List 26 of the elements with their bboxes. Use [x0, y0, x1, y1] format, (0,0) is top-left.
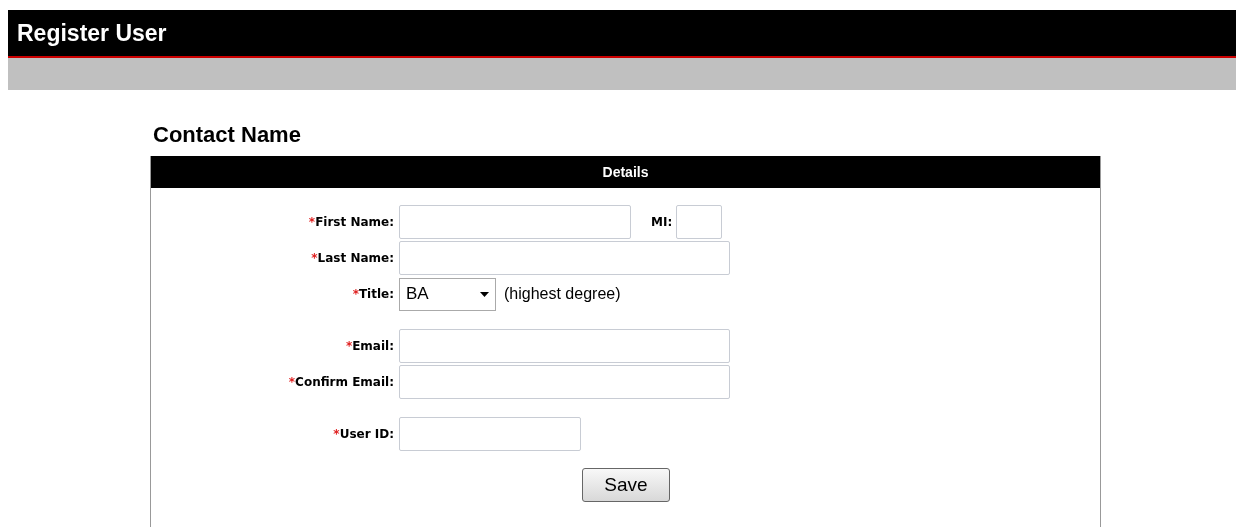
field-label: Confirm Email:: [295, 375, 394, 389]
field-label: Last Name:: [317, 251, 394, 265]
required-marker: *: [308, 215, 316, 229]
save-button[interactable]: Save: [582, 468, 670, 502]
dropdown[interactable]: BA: [399, 277, 496, 311]
required-marker: *: [352, 287, 359, 301]
required-marker: *: [333, 427, 340, 441]
required-marker: *: [311, 251, 318, 265]
text-field[interactable]: [399, 205, 631, 239]
required-marker: *: [288, 375, 296, 389]
text-field[interactable]: [399, 329, 730, 363]
field-label: User ID:: [339, 427, 394, 441]
required-marker: *: [345, 339, 353, 353]
field-label: Email:: [352, 339, 394, 353]
text-field[interactable]: [399, 365, 730, 399]
field-label: First Name:: [315, 215, 394, 229]
hint-text: (highest degree): [504, 285, 621, 303]
panel-title: Details: [602, 164, 649, 180]
page-title: Register User: [17, 19, 167, 47]
text-field[interactable]: [399, 417, 581, 451]
section-title: Contact Name: [153, 122, 302, 148]
text-field[interactable]: [399, 241, 730, 275]
text-field[interactable]: [676, 205, 723, 239]
caret-icon: [480, 291, 489, 297]
field-label: Title:: [358, 287, 394, 301]
field-label: MI:: [651, 215, 673, 229]
